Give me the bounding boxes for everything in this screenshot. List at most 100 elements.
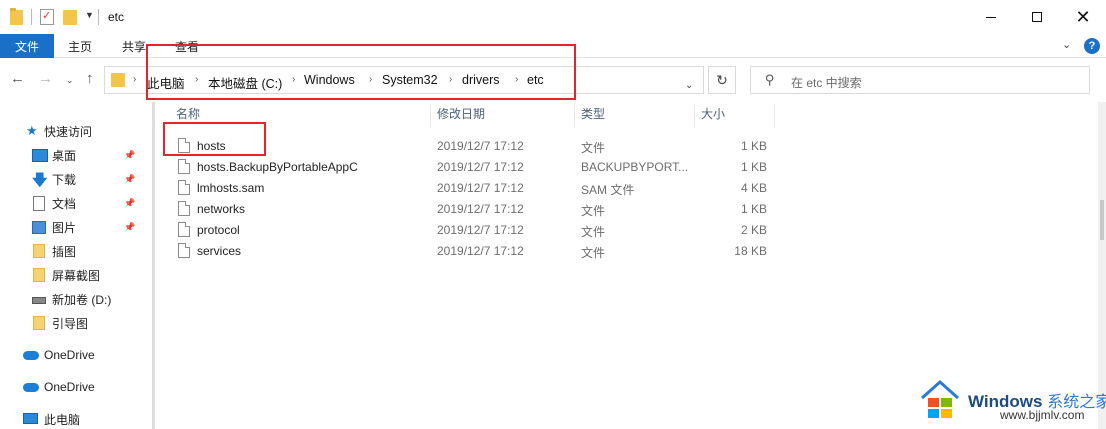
sidebar-item-label: OneDrive: [44, 348, 95, 362]
scrollbar-thumb[interactable]: [1100, 200, 1104, 240]
sidebar-item-label: 屏幕截图: [52, 268, 101, 283]
file-date: 2019/12/7 17:12: [437, 160, 524, 174]
star-icon: ★: [26, 123, 38, 138]
sidebar-item-label: 插图: [52, 244, 77, 259]
file-date: 2019/12/7 17:12: [437, 202, 524, 216]
sidebar-item-documents[interactable]: 文档 📌: [0, 192, 150, 214]
content-scrollbar[interactable]: [1098, 102, 1106, 429]
sidebar-item-label: OneDrive: [44, 380, 95, 394]
pin-icon[interactable]: 📌: [124, 150, 135, 161]
sidebar-item-label: 文档: [52, 196, 77, 211]
desktop-icon: [32, 149, 48, 162]
file-type: 文件: [581, 141, 606, 155]
close-button[interactable]: ✕: [1060, 0, 1106, 34]
toolbar-divider: [98, 9, 99, 25]
table-row[interactable]: lmhosts.sam 2019/12/7 17:12 SAM 文件 4 KB: [176, 178, 776, 199]
refresh-button[interactable]: ↻: [708, 66, 736, 94]
maximize-icon: [1032, 12, 1042, 22]
minimize-button[interactable]: [968, 0, 1014, 34]
column-header-size[interactable]: 大小: [701, 105, 725, 127]
toolbar-divider: [31, 9, 32, 25]
sidebar-item-label: 下载: [52, 172, 77, 187]
help-icon[interactable]: ?: [1084, 38, 1100, 54]
sidebar-item-label: 桌面: [52, 148, 77, 163]
file-name: services: [197, 244, 242, 258]
watermark-url: www.bjjmlv.com: [1000, 408, 1085, 422]
file-type: 文件: [581, 225, 606, 239]
file-size: 4 KB: [740, 181, 767, 195]
column-header-name[interactable]: 名称: [176, 105, 200, 127]
table-row[interactable]: services 2019/12/7 17:12 文件 18 KB: [176, 241, 776, 262]
maximize-button[interactable]: [1014, 0, 1060, 34]
sidebar-item-screenshots[interactable]: 屏幕截图: [0, 264, 150, 286]
folder-icon: [111, 73, 125, 87]
drive-icon: [32, 297, 46, 304]
picture-icon: [32, 221, 46, 234]
file-name: protocol: [197, 223, 240, 237]
column-divider[interactable]: [694, 104, 695, 128]
up-arrow-icon[interactable]: ↑: [86, 70, 94, 87]
sidebar-item-label: 图片: [52, 220, 77, 235]
expand-ribbon-icon[interactable]: ⌄: [1062, 38, 1071, 51]
computer-icon: [23, 413, 38, 424]
properties-icon[interactable]: [40, 9, 54, 25]
folder-icon[interactable]: [10, 8, 23, 25]
sidebar-item-guide-images[interactable]: 引导图: [0, 312, 150, 334]
window-title: etc: [108, 10, 125, 24]
file-type: 文件: [581, 204, 606, 218]
pin-icon[interactable]: 📌: [124, 198, 135, 209]
sidebar-item-drive-d[interactable]: 新加卷 (D:): [0, 288, 150, 310]
customize-quick-access-icon[interactable]: ▼: [85, 10, 94, 20]
sidebar-item-label: 快速访问: [44, 124, 93, 139]
folder-icon: [33, 244, 45, 258]
close-icon: ✕: [1075, 6, 1091, 27]
cloud-icon: [23, 351, 39, 360]
sidebar-item-quick-access[interactable]: ★ 快速访问: [0, 120, 150, 142]
chevron-down-icon[interactable]: ⌄: [685, 80, 693, 91]
table-row[interactable]: hosts.BackupByPortableAppC 2019/12/7 17:…: [176, 157, 776, 178]
sidebar-item-this-pc[interactable]: 此电脑: [0, 408, 150, 429]
sidebar-item-illustrations[interactable]: 插图: [0, 240, 150, 262]
sidebar-item-onedrive[interactable]: OneDrive: [0, 344, 150, 366]
file-icon: [178, 138, 190, 153]
table-row[interactable]: networks 2019/12/7 17:12 文件 1 KB: [176, 199, 776, 220]
address-highlight-box: [146, 44, 576, 100]
sidebar-scrollbar[interactable]: [152, 102, 155, 429]
file-date: 2019/12/7 17:12: [437, 139, 524, 153]
minimize-icon: [986, 16, 996, 18]
document-icon: [33, 196, 45, 211]
tab-home[interactable]: 主页: [68, 34, 92, 58]
sidebar-item-pictures[interactable]: 图片 📌: [0, 216, 150, 238]
sidebar-item-label: 引导图: [52, 316, 89, 331]
table-row[interactable]: protocol 2019/12/7 17:12 文件 2 KB: [176, 220, 776, 241]
sidebar-item-label: 此电脑: [44, 412, 81, 427]
file-size: 1 KB: [740, 202, 767, 216]
column-divider[interactable]: [774, 104, 775, 128]
column-header-date[interactable]: 修改日期: [437, 105, 485, 127]
sidebar-item-onedrive-2[interactable]: OneDrive: [0, 376, 150, 398]
search-input[interactable]: ⚲ 在 etc 中搜索: [750, 66, 1090, 94]
back-arrow-icon[interactable]: ←: [10, 70, 25, 87]
pin-icon[interactable]: 📌: [124, 222, 135, 233]
recent-locations-icon[interactable]: ⌄: [66, 75, 74, 86]
file-type: BACKUPBYPORT...: [581, 160, 689, 174]
column-header-type[interactable]: 类型: [581, 105, 605, 127]
file-size: 1 KB: [740, 160, 767, 174]
tab-file[interactable]: 文件: [0, 34, 54, 58]
title-bar: ▼ etc ✕: [0, 0, 1106, 34]
sidebar-item-downloads[interactable]: 🡇 下载 📌: [0, 168, 150, 190]
sidebar-item-label: 新加卷 (D:): [52, 292, 112, 307]
file-size: 18 KB: [734, 244, 767, 258]
new-folder-icon[interactable]: [63, 10, 77, 25]
forward-arrow-icon[interactable]: →: [38, 70, 53, 87]
navigation-pane: ★ 快速访问 桌面 📌 🡇 下载 📌 文档 📌 图片 📌 插图 屏幕截图 新加卷…: [0, 102, 152, 429]
column-divider[interactable]: [430, 104, 431, 128]
column-divider[interactable]: [574, 104, 575, 128]
tab-share[interactable]: 共享: [122, 34, 146, 58]
chevron-right-icon[interactable]: ›: [133, 74, 136, 85]
pin-icon[interactable]: 📌: [124, 174, 135, 185]
sidebar-item-desktop[interactable]: 桌面 📌: [0, 144, 150, 166]
folder-icon: [33, 268, 45, 282]
search-icon: ⚲: [765, 72, 775, 87]
table-row[interactable]: hosts 2019/12/7 17:12 文件 1 KB: [176, 136, 776, 157]
